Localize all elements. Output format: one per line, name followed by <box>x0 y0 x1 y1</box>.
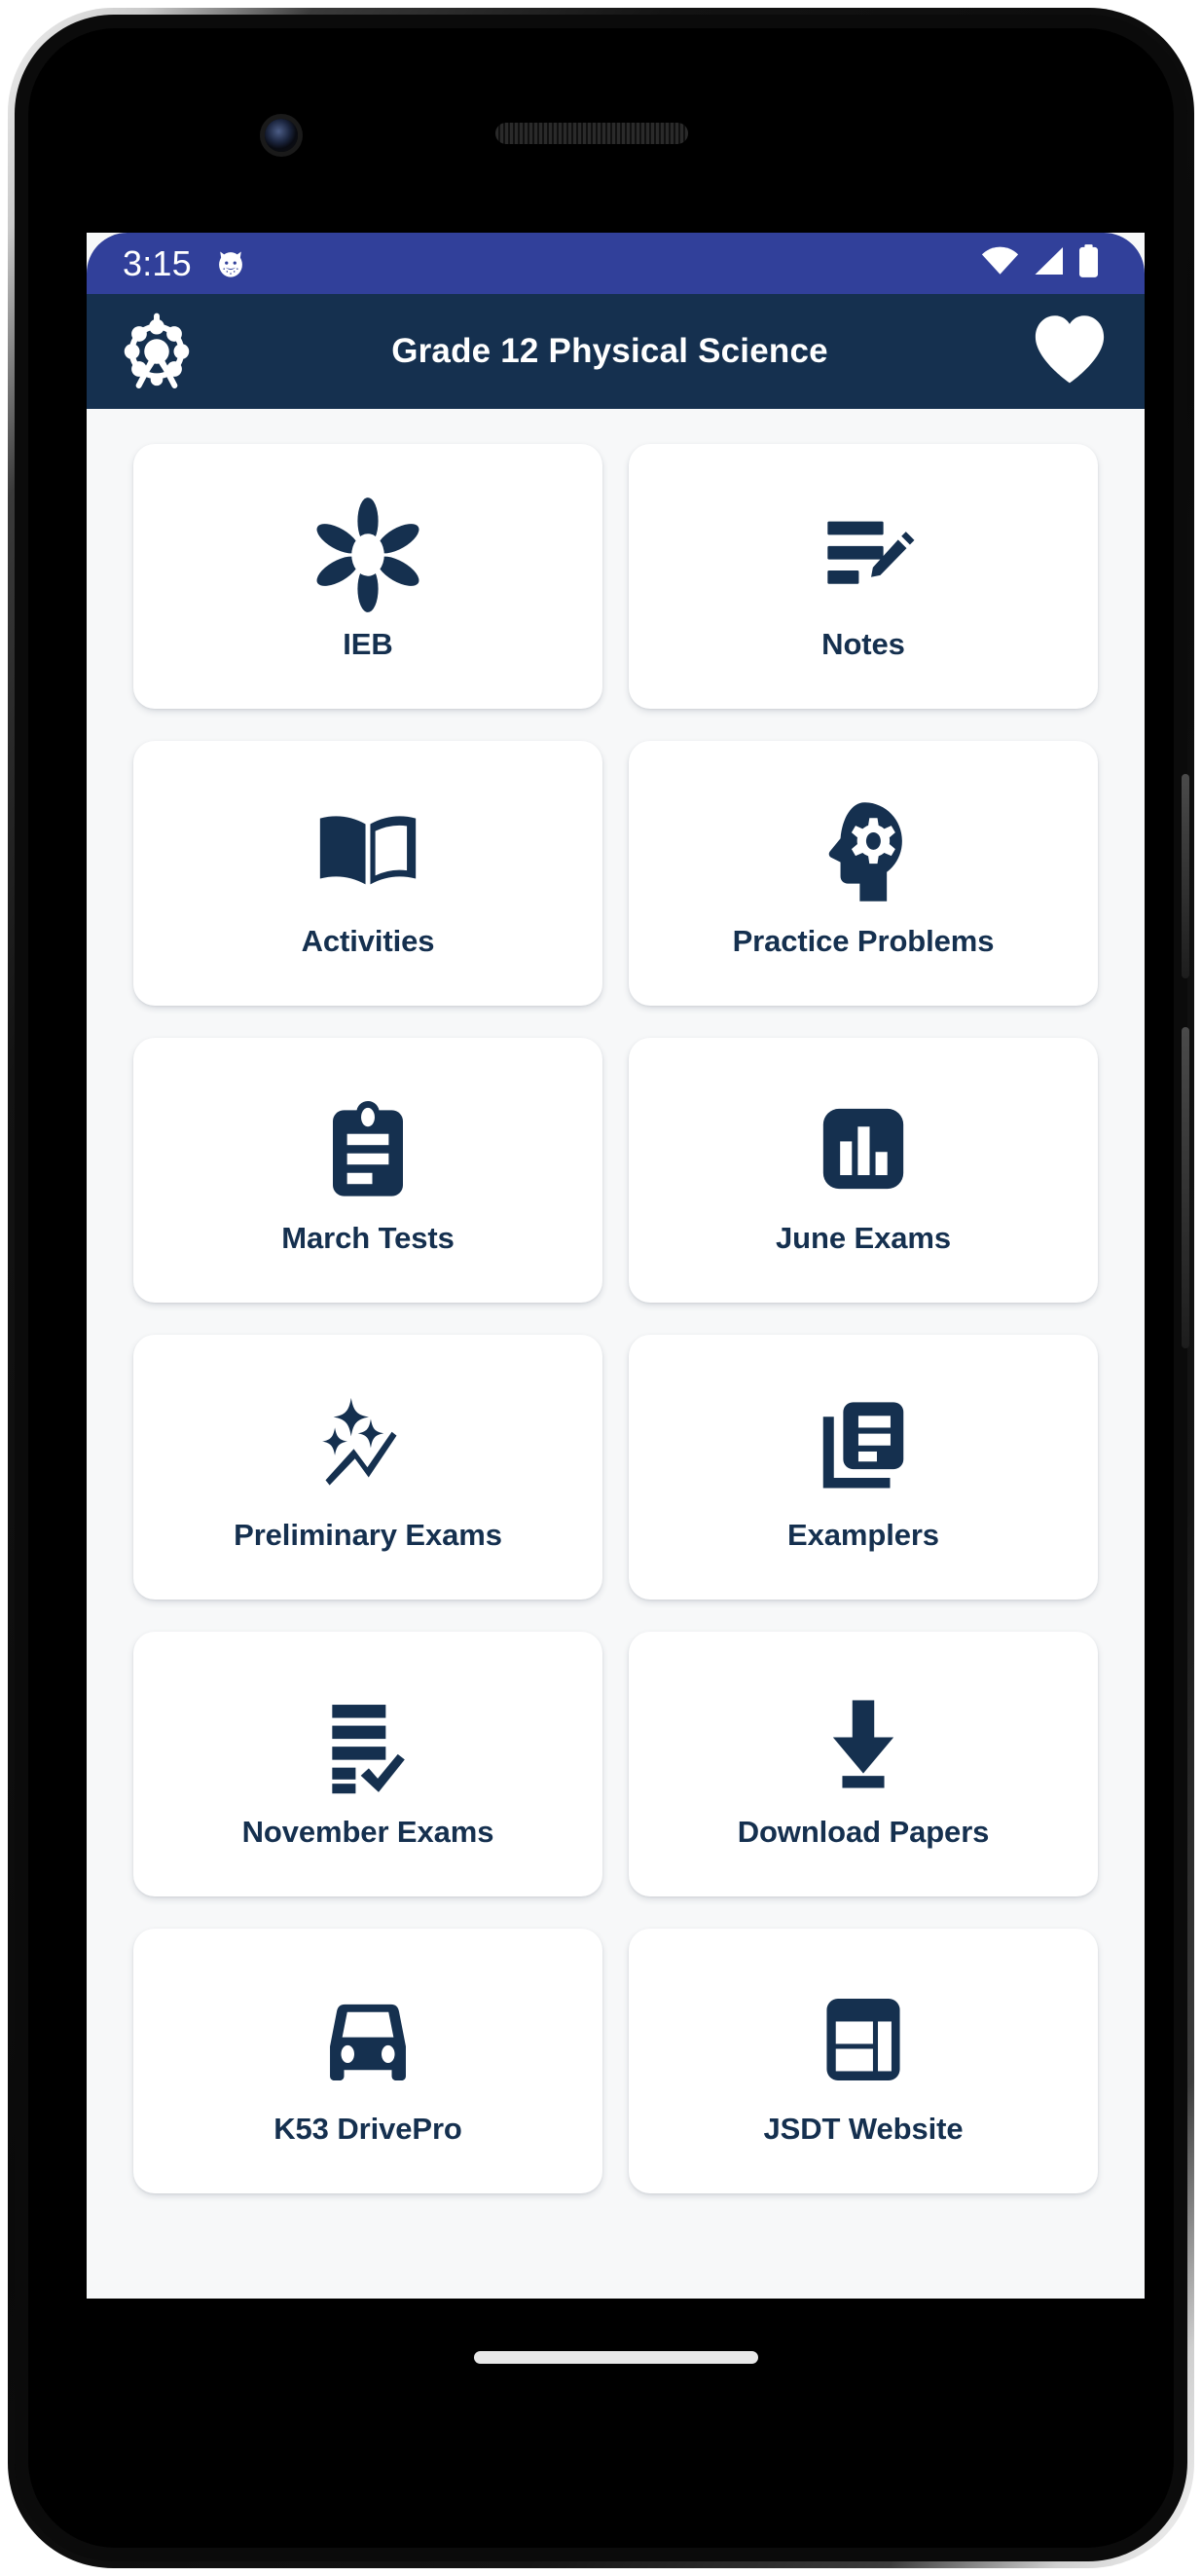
menu-card-practice-problems[interactable]: Practice Problems <box>629 741 1098 1006</box>
menu-card-label: Activities <box>301 924 435 958</box>
menu-card-preliminary-exams[interactable]: Preliminary Exams <box>133 1335 602 1600</box>
open-book-icon <box>310 788 425 916</box>
volume-button[interactable] <box>1182 1027 1189 1348</box>
system-navigation-bar <box>87 2299 1145 2415</box>
download-icon <box>810 1678 917 1807</box>
menu-card-june-exams[interactable]: June Exams <box>629 1038 1098 1303</box>
status-bar-indicators <box>981 244 1100 282</box>
power-button[interactable] <box>1182 774 1189 978</box>
note-pencil-icon <box>810 491 917 619</box>
menu-card-label: Download Papers <box>737 1815 990 1849</box>
cat-face-icon <box>214 247 247 280</box>
phone-bezel: 3:15 Grade 12 Physical Science IEB Notes… <box>15 15 1189 2561</box>
menu-card-ieb[interactable]: IEB <box>133 444 602 709</box>
favorite-button[interactable] <box>1028 310 1111 393</box>
menu-card-label: Examplers <box>787 1518 939 1552</box>
head-gear-icon <box>807 788 920 916</box>
home-indicator-bar[interactable] <box>473 2350 758 2364</box>
menu-card-notes[interactable]: Notes <box>629 444 1098 709</box>
menu-card-label: Preliminary Exams <box>234 1518 502 1552</box>
menu-card-download-papers[interactable]: Download Papers <box>629 1632 1098 1896</box>
status-bar: 3:15 <box>87 233 1145 294</box>
battery-full-icon <box>1077 244 1100 282</box>
menu-card-label: JSDT Website <box>763 2112 964 2146</box>
app-viewport: 3:15 Grade 12 Physical Science IEB Notes… <box>87 233 1145 2299</box>
menu-card-label: March Tests <box>281 1221 455 1255</box>
sparkle-trend-icon <box>310 1381 425 1510</box>
menu-card-november-exams[interactable]: November Exams <box>133 1632 602 1896</box>
web-layout-icon <box>812 1975 915 2104</box>
app-header-bar: Grade 12 Physical Science <box>87 294 1145 409</box>
earpiece-speaker-icon <box>495 123 688 144</box>
front-camera-icon <box>265 119 298 152</box>
menu-card-label: IEB <box>343 627 393 661</box>
page-title: Grade 12 Physical Science <box>391 332 828 370</box>
menu-card-label: June Exams <box>776 1221 951 1255</box>
wifi-icon <box>981 246 1019 280</box>
menu-card-label: November Exams <box>241 1815 494 1849</box>
menu-card-jsdt-website[interactable]: JSDT Website <box>629 1929 1098 2193</box>
menu-card-label: Practice Problems <box>732 924 995 958</box>
bar-chart-icon <box>813 1085 914 1213</box>
menu-card-label: K53 DrivePro <box>273 2112 462 2146</box>
menu-card-label: Notes <box>821 627 905 661</box>
menu-card-k53-drivepro[interactable]: K53 DrivePro <box>133 1929 602 2193</box>
library-documents-icon <box>810 1381 917 1510</box>
flower-icon <box>308 491 428 619</box>
cellular-signal-icon <box>1032 246 1065 280</box>
menu-card-activities[interactable]: Activities <box>133 741 602 1006</box>
menu-card-examplers[interactable]: Examplers <box>629 1335 1098 1600</box>
status-bar-clock: 3:15 <box>123 242 192 283</box>
heart-icon <box>1028 308 1111 396</box>
phone-device-frame: 3:15 Grade 12 Physical Science IEB Notes… <box>8 8 1194 2568</box>
menu-card-march-tests[interactable]: March Tests <box>133 1038 602 1303</box>
checklist-icon <box>314 1678 421 1807</box>
clipboard-icon <box>315 1085 420 1213</box>
car-icon <box>313 1975 422 2104</box>
phone-screen: 3:15 Grade 12 Physical Science IEB Notes… <box>28 28 1174 2548</box>
menu-grid: IEB Notes Activities Practice Problems M… <box>87 409 1145 2252</box>
ferris-wheel-logo-icon <box>116 311 198 392</box>
